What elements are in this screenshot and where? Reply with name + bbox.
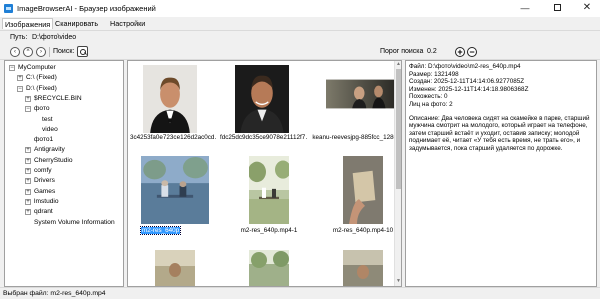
thumbnail-men-talking-photo[interactable]	[326, 73, 396, 115]
folder-tree[interactable]: − MyComputer + C:\ (Fixed) − D:\ (Fixed) + $REC…	[4, 60, 124, 287]
menu-bar: Изображения Сканировать Настройки	[0, 17, 600, 30]
tree-item[interactable]: comfy	[34, 166, 52, 176]
thumbnail-hand-note[interactable]	[343, 156, 383, 224]
tree-item[interactable]: D:\ (Fixed)	[26, 84, 57, 94]
thumbnail-caption[interactable]: 3c4253fa0e723ce126d2ac0cd…	[130, 134, 216, 141]
toolbar-separator	[49, 47, 50, 57]
info-file: Файл: D:\фото\video\m2-res_640p.mp4	[409, 63, 521, 70]
close-button[interactable]: ✕	[572, 0, 600, 16]
tree-item[interactable]: Drivers	[34, 176, 55, 186]
info-modified: Изменен: 2025-12-11T14:14:18.9806368Z	[409, 85, 529, 93]
tab-images[interactable]: Изображения	[2, 18, 54, 29]
forward-button[interactable]: ›	[36, 47, 46, 57]
thumbnail-park-frame-a[interactable]	[155, 250, 195, 286]
thumbnail-caption[interactable]: fdc25dc9dc35ce9078e21112f7…	[220, 134, 308, 141]
tree-item[interactable]: Antigravity	[34, 145, 65, 155]
tree-expander-icon[interactable]: +	[25, 209, 31, 216]
tree-item[interactable]: MyComputer	[18, 63, 56, 73]
tree-item[interactable]: C:\ (Fixed)	[26, 73, 57, 83]
search-label: Поиск:	[53, 48, 75, 55]
decrease-threshold-button[interactable]: −	[467, 47, 477, 57]
maximize-icon	[553, 4, 561, 12]
thumbnail-man-portrait-suit[interactable]	[235, 65, 289, 133]
tree-expander-icon[interactable]: +	[25, 168, 31, 174]
path-row: Путь: D:\фото\video	[0, 30, 600, 44]
tree-expander-icon[interactable]: +	[25, 95, 31, 102]
tab-settings[interactable]: Настройки	[108, 18, 147, 29]
gallery-scrollbar[interactable]: ▲ ▼	[394, 61, 401, 286]
scroll-up-icon[interactable]: ▲	[396, 62, 401, 67]
tab-scan[interactable]: Сканировать	[53, 18, 100, 29]
thumbnail-caption[interactable]: keanu-reevesjpg-885fcc_1280w	[311, 134, 401, 141]
status-bar: Выбран файл: m2-res_640p.mp4	[0, 287, 600, 299]
thumbnail-caption[interactable]: m2-res_640p.mp4-10	[326, 227, 400, 234]
threshold-value[interactable]: 0.2	[427, 48, 437, 55]
tree-expander-icon[interactable]: +	[17, 75, 23, 82]
info-created: Создан: 2025-12-11T14:14:06.9277085Z	[409, 78, 525, 86]
info-size: Размер: 1321498	[409, 70, 459, 78]
tree-item[interactable]: фото1	[34, 135, 53, 145]
tree-expander-icon[interactable]: +	[25, 178, 31, 185]
thumbnail-park-frame-b[interactable]	[249, 250, 289, 286]
tree-expander-icon[interactable]: +	[25, 147, 31, 154]
tree-item[interactable]: фото	[34, 104, 50, 114]
increase-threshold-button[interactable]: +	[455, 47, 465, 57]
tree-item[interactable]: video	[42, 125, 58, 135]
scrollbar-thumb[interactable]	[396, 69, 401, 189]
thumbnail-park-bench-blue[interactable]	[141, 156, 209, 224]
path-value: D:\фото\video	[32, 34, 77, 41]
tree-expander-icon[interactable]: −	[25, 106, 31, 113]
minimize-button[interactable]: —	[510, 0, 540, 16]
file-info-panel: Файл: D:\фото\video\m2-res_640p.mp4 Разм…	[405, 60, 597, 287]
tree-item[interactable]: $RECYCLE.BIN	[34, 94, 82, 104]
thumbnail-caption[interactable]: m2-res_640p	[139, 226, 182, 235]
title-bar: ImageBrowserAI - Браузер изображений — ✕	[0, 0, 600, 17]
tree-expander-icon[interactable]: +	[25, 198, 31, 205]
tree-expander-icon[interactable]: +	[25, 188, 31, 195]
tree-expander-icon[interactable]: +	[25, 157, 31, 164]
tree-item[interactable]: lmstudio	[34, 197, 59, 207]
tree-item[interactable]: qdrant	[34, 207, 53, 217]
scroll-down-icon[interactable]: ▼	[396, 279, 401, 284]
path-label: Путь:	[10, 34, 28, 41]
tree-expander-icon[interactable]: −	[17, 85, 23, 92]
info-faces: Лиц на фото: 2	[409, 100, 453, 108]
threshold-label: Порог поиска	[380, 48, 424, 55]
tree-item[interactable]: test	[42, 115, 53, 125]
tree-item[interactable]: CherryStudio	[34, 156, 72, 166]
thumbnail-park-bench-green[interactable]	[249, 156, 289, 224]
search-icon[interactable]	[77, 46, 88, 57]
up-button[interactable]: ^	[23, 47, 33, 57]
status-text: Выбран файл: m2-res_640p.mp4	[3, 290, 106, 297]
image-gallery: 3c4253fa0e723ce126d2ac0cd… fdc25dc9dc35ce…	[127, 60, 402, 287]
app-icon	[4, 4, 13, 13]
thumbnail-man-portrait-tuxedo[interactable]	[143, 65, 197, 133]
thumbnail-caption[interactable]: m2-res_640p.mp4-1	[236, 227, 302, 234]
thumbnail-park-frame-c[interactable]	[343, 250, 383, 286]
toolbar: ‹ ^ › Поиск: Порог поиска 0.2 + −	[0, 44, 600, 60]
window-title: ImageBrowserAI - Браузер изображений	[17, 4, 156, 13]
back-button[interactable]: ‹	[10, 47, 20, 57]
info-description: Описание: Два человека сидят на скамейке…	[409, 114, 590, 152]
tree-expander-icon[interactable]: −	[9, 65, 15, 71]
info-similarity: Похожесть: 0	[409, 93, 448, 101]
maximize-button[interactable]	[542, 0, 572, 16]
tree-item[interactable]: System Volume Information	[34, 218, 115, 228]
tree-item[interactable]: Games	[34, 187, 55, 197]
